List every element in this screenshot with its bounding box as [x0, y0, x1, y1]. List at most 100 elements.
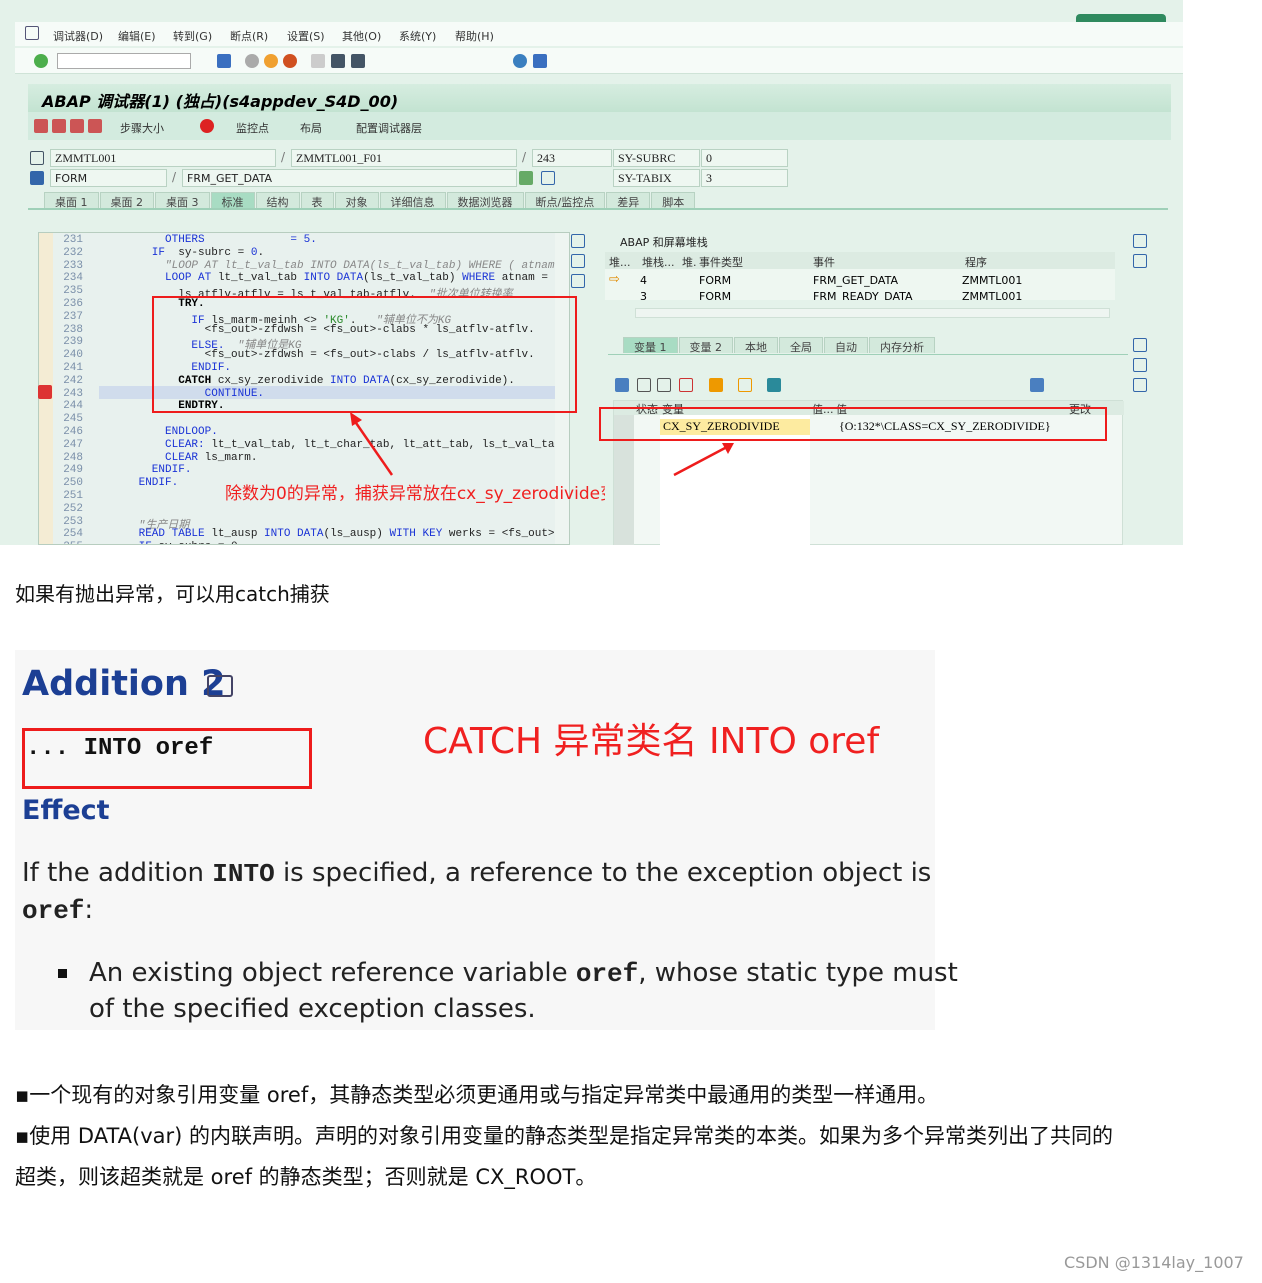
line-field[interactable]: 243	[532, 149, 612, 167]
configure-layer-button[interactable]: 配置调试器层	[342, 120, 422, 136]
exit-icon[interactable]	[264, 54, 278, 68]
menu-edit[interactable]: 编辑(E)	[118, 28, 156, 44]
layout-button[interactable]: 布局	[286, 120, 322, 136]
step-over-icon[interactable]	[52, 119, 66, 133]
code-token: CLEAR:	[99, 438, 205, 451]
event-field[interactable]: FRM_GET_DATA	[182, 169, 517, 187]
swap-icon[interactable]	[571, 274, 585, 288]
stop-icon[interactable]	[200, 119, 214, 133]
menu-help[interactable]: 帮助(H)	[455, 28, 494, 44]
stack-program[interactable]: ZMMTL001	[962, 274, 1022, 287]
delete-icon[interactable]	[615, 378, 629, 392]
customize-icon[interactable]	[533, 54, 547, 68]
sort-icon[interactable]	[709, 378, 723, 392]
menu-other[interactable]: 其他(O)	[342, 28, 381, 44]
tab-diff[interactable]: 差异	[606, 192, 651, 209]
step-size-button[interactable]: 步骤大小	[120, 120, 164, 136]
variable-highlight	[599, 407, 1107, 441]
col-header[interactable]: 事件	[813, 254, 835, 270]
cancel-icon[interactable]	[283, 54, 297, 68]
tab-variables-2[interactable]: 变量 2	[678, 337, 733, 354]
col-header[interactable]: 事件类型	[699, 254, 743, 270]
tab-global[interactable]: 全局	[779, 337, 823, 354]
application-toolbar: 步骤大小 监控点 布局 配置调试器层	[28, 112, 1171, 140]
code-token: lt_t_val_tab	[211, 272, 304, 285]
swap-icon[interactable]	[1133, 254, 1147, 268]
insert-row-icon[interactable]	[637, 378, 651, 392]
help-icon[interactable]	[513, 54, 527, 68]
tab-details[interactable]: 详细信息	[379, 192, 446, 209]
delete-row-icon[interactable]	[679, 378, 693, 392]
stack-depth[interactable]: 4	[640, 274, 647, 287]
menu-debugger[interactable]: 调试器(D)	[53, 28, 103, 44]
confirm-icon[interactable]	[34, 54, 48, 68]
print-icon[interactable]	[311, 54, 325, 68]
tab-breakpoints[interactable]: 断点/监控点	[524, 192, 606, 209]
col-header[interactable]: 程序	[965, 254, 987, 270]
save-icon[interactable]	[217, 54, 231, 68]
sy-subrc-value[interactable]: 0	[701, 149, 788, 167]
return-icon[interactable]	[70, 119, 84, 133]
tab-standard[interactable]: 标准	[210, 192, 255, 209]
tab-table[interactable]: 表	[300, 192, 334, 209]
filter-icon[interactable]	[767, 378, 781, 392]
tab-data-browser[interactable]: 数据浏览器	[446, 192, 524, 209]
line-number: 245	[63, 413, 83, 426]
stack-hscrollbar[interactable]	[635, 308, 1110, 318]
code-token: ENDLOOP.	[99, 426, 218, 438]
stack-program[interactable]: ZMMTL001	[962, 292, 1022, 300]
stack-event-type[interactable]: FORM	[699, 274, 731, 287]
stack-event-type[interactable]: FORM	[699, 292, 731, 300]
tab-desktop-2[interactable]: 桌面 2	[99, 192, 154, 209]
save-variables-icon[interactable]	[1030, 378, 1044, 392]
watchpoint-button[interactable]: 监控点	[222, 120, 269, 136]
maximize-icon[interactable]	[571, 234, 585, 248]
include-field[interactable]: ZMMTL001_F01	[291, 149, 517, 167]
tab-structure[interactable]: 结构	[255, 192, 300, 209]
step-into-icon[interactable]	[34, 119, 48, 133]
info-icon[interactable]	[541, 171, 555, 185]
tab-desktop-1[interactable]: 桌面 1	[44, 192, 99, 209]
append-row-icon[interactable]	[657, 378, 671, 392]
tab-local[interactable]: 本地	[734, 337, 778, 354]
stack-depth[interactable]: 3	[640, 292, 647, 300]
col-header[interactable]: 堆.	[682, 254, 697, 270]
menu-settings[interactable]: 设置(S)	[287, 28, 325, 44]
tab-auto[interactable]: 自动	[824, 337, 868, 354]
tab-memory-analysis[interactable]: 内存分析	[869, 337, 935, 354]
stack-event[interactable]: FRM_GET_DATA	[813, 274, 898, 287]
maximize-icon[interactable]	[1133, 338, 1147, 352]
stack-event[interactable]: FRM_READY_DATA	[813, 292, 913, 300]
note-1: ▪一个现有的对象引用变量 oref，其静态类型必须更通用或与指定异常类中最通用的…	[15, 1083, 939, 1107]
event-type-field[interactable]: FORM	[50, 169, 167, 187]
code-token: WITH KEY	[389, 528, 443, 541]
tab-variables-1[interactable]: 变量 1	[623, 337, 678, 354]
find-icon[interactable]	[331, 54, 345, 68]
col-header[interactable]: 堆...	[609, 254, 631, 270]
command-field[interactable]	[57, 53, 191, 69]
maximize-icon[interactable]	[1133, 234, 1147, 248]
menu-breakpoint[interactable]: 断点(R)	[230, 28, 268, 44]
menu-goto[interactable]: 转到(G)	[173, 28, 212, 44]
menu-system[interactable]: 系统(Y)	[399, 28, 436, 44]
annotation-arrow	[350, 412, 394, 476]
docu-link-icon[interactable]	[207, 675, 233, 697]
sy-tabix-value[interactable]: 3	[701, 169, 788, 187]
program-field[interactable]: ZMMTL001	[50, 149, 276, 167]
col-header[interactable]: 堆栈...	[642, 254, 675, 270]
find-next-icon[interactable]	[351, 54, 365, 68]
fullscreen-icon[interactable]	[1133, 378, 1147, 392]
swap-icon[interactable]	[1133, 358, 1147, 372]
transfer-icon[interactable]	[738, 378, 752, 392]
tab-object[interactable]: 对象	[334, 192, 379, 209]
navigate-icon[interactable]	[519, 171, 533, 185]
standard-toolbar	[15, 48, 1183, 74]
continue-icon[interactable]	[88, 119, 102, 133]
catch-annotation: CATCH 异常类名 INTO oref	[423, 721, 880, 762]
new-tool-icon[interactable]	[571, 254, 585, 268]
tab-desktop-3[interactable]: 桌面 3	[155, 192, 210, 209]
separator: /	[172, 170, 177, 184]
menu-icon[interactable]	[25, 26, 39, 40]
back-icon[interactable]	[245, 54, 259, 68]
tab-script[interactable]: 脚本	[651, 192, 696, 209]
